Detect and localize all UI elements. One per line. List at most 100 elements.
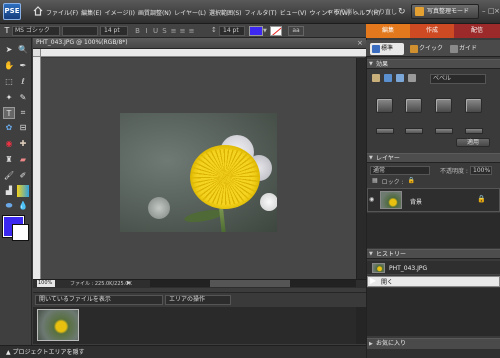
status-menu-arrow-icon[interactable]: ▶: [127, 280, 131, 286]
bevel-style-thumbnail[interactable]: [435, 128, 453, 134]
magic-wand-tool-icon[interactable]: ✦: [3, 92, 15, 104]
history-icon[interactable]: ↻: [398, 6, 410, 18]
project-bin-action-select[interactable]: エリアの操作: [165, 295, 231, 305]
menu-edit[interactable]: 編集(E): [81, 8, 101, 17]
tab-edit[interactable]: 編集: [366, 24, 410, 38]
visibility-eye-icon[interactable]: ◉: [369, 196, 374, 203]
tab-share[interactable]: 配信: [454, 24, 500, 38]
subtab-full-edit[interactable]: 標準: [370, 43, 404, 55]
text-color-swatch[interactable]: [249, 26, 263, 36]
organizer-button[interactable]: 写真整理モード: [411, 4, 479, 19]
apply-button[interactable]: 適用: [456, 138, 490, 147]
crop-tool-icon[interactable]: ⌗: [17, 107, 29, 119]
paint-bucket-tool-icon[interactable]: ▟: [3, 185, 15, 197]
cookie-cutter-tool-icon[interactable]: ✿: [3, 122, 15, 134]
align-center-icon[interactable]: ≡: [179, 26, 186, 36]
text-tool-preset-icon[interactable]: T: [2, 26, 12, 36]
chevron-down-icon[interactable]: ▼: [263, 26, 269, 36]
bevel-style-thumbnail[interactable]: [405, 128, 423, 134]
hand-tool-icon[interactable]: ✋: [3, 60, 15, 72]
lock-transparency-icon[interactable]: ▦: [372, 177, 378, 186]
redo-label: やり直し: [372, 9, 397, 16]
font-style-select[interactable]: [62, 26, 98, 36]
align-left-icon[interactable]: ≡: [170, 26, 177, 36]
effects-panel-header[interactable]: ▼ 効果: [367, 59, 500, 69]
shape-tool-icon[interactable]: ⬬: [3, 200, 15, 212]
project-bin-scrollbar[interactable]: [356, 307, 366, 344]
smart-brush-tool-icon[interactable]: ✐: [17, 170, 29, 182]
font-family-select[interactable]: MS ゴシック: [12, 26, 60, 36]
menu-select[interactable]: 選択範囲(S): [209, 8, 242, 17]
font-size-select[interactable]: 14 pt: [100, 26, 128, 36]
brush-tool-icon[interactable]: 🖌: [3, 170, 15, 182]
layer-styles-icon[interactable]: [384, 74, 392, 82]
lasso-tool-icon[interactable]: ℓ: [17, 76, 29, 88]
background-color-swatch[interactable]: [12, 224, 29, 241]
bevel-style-thumbnail[interactable]: [376, 128, 394, 134]
italic-icon[interactable]: I: [143, 26, 150, 36]
zoom-tool-icon[interactable]: 🔍: [17, 44, 29, 56]
history-slider-icon[interactable]: ▶: [370, 276, 376, 285]
strikethrough-icon[interactable]: S: [161, 26, 168, 36]
menu-file[interactable]: ファイル(F): [46, 8, 78, 17]
tab-create[interactable]: 作成: [410, 24, 454, 38]
home-icon[interactable]: [33, 6, 43, 16]
text-style-swatch[interactable]: [270, 26, 282, 36]
blur-tool-icon[interactable]: 💧: [17, 200, 29, 212]
lock-all-icon[interactable]: 🔒: [408, 177, 415, 186]
menu-enhance[interactable]: 画質調整(N): [138, 8, 171, 17]
align-right-icon[interactable]: ≡: [188, 26, 195, 36]
close-document-button[interactable]: ×: [357, 39, 363, 47]
redo-button[interactable]: ↷ やり直し: [366, 7, 397, 16]
bevel-style-thumbnail[interactable]: [465, 128, 483, 134]
favorites-panel-header[interactable]: ▶ お気に入り: [367, 338, 500, 349]
horizontal-scroll-thumb[interactable]: [210, 280, 290, 287]
layers-panel-header[interactable]: ▼ レイヤー: [367, 153, 500, 163]
red-eye-tool-icon[interactable]: ◉: [3, 138, 15, 150]
healing-brush-tool-icon[interactable]: ✚: [17, 138, 29, 150]
undo-button[interactable]: ↶ 取り消し: [327, 7, 358, 16]
photo-canvas-image[interactable]: [120, 113, 277, 232]
effects-category-select[interactable]: ベベル: [430, 74, 486, 84]
bold-icon[interactable]: B: [134, 26, 141, 36]
blend-mode-select[interactable]: 通常: [370, 166, 430, 175]
marquee-tool-icon[interactable]: ⬚: [3, 76, 15, 88]
menu-layer[interactable]: レイヤー(L): [174, 8, 206, 17]
anti-alias-toggle[interactable]: aa: [288, 26, 304, 36]
clone-stamp-tool-icon[interactable]: ♜: [3, 154, 15, 166]
menu-filter[interactable]: フィルタ(T): [245, 8, 277, 17]
quick-selection-tool-icon[interactable]: ✎: [17, 92, 29, 104]
text-tool-icon[interactable]: T: [3, 107, 15, 119]
gradient-tool-icon[interactable]: [17, 185, 29, 197]
filters-icon[interactable]: [372, 74, 380, 82]
underline-icon[interactable]: U: [152, 26, 159, 36]
subtab-guided-edit[interactable]: ガイド: [448, 43, 484, 55]
menu-view[interactable]: ビュー(V): [280, 8, 307, 17]
photo-effects-icon[interactable]: [396, 74, 404, 82]
history-panel-header[interactable]: ▼ ヒストリー: [367, 249, 500, 259]
history-snapshot-row[interactable]: [367, 261, 500, 275]
eyedropper-tool-icon[interactable]: ✒: [17, 60, 29, 72]
bevel-style-thumbnail[interactable]: [435, 98, 452, 113]
leading-select[interactable]: 14 pt: [219, 26, 245, 36]
ruler-origin[interactable]: [33, 49, 41, 57]
hide-project-bin-toggle[interactable]: ▲ プロジェクトエリアを隠す: [6, 347, 85, 356]
bevel-style-thumbnail[interactable]: [405, 98, 422, 113]
effects-type-icons: [372, 74, 416, 82]
menu-image[interactable]: イメージ(I): [105, 8, 135, 17]
eraser-tool-icon[interactable]: ▰: [17, 154, 29, 166]
project-bin-thumbnail[interactable]: [37, 309, 79, 341]
close-window-button[interactable]: ×: [494, 7, 500, 15]
all-effects-icon[interactable]: [408, 74, 416, 82]
zoom-level-field[interactable]: 100%: [37, 280, 55, 287]
project-bin-filter-select[interactable]: 開いているファイルを表示: [35, 295, 163, 305]
subtab-quick-fix[interactable]: クイック: [408, 43, 444, 55]
bevel-style-thumbnail[interactable]: [376, 98, 393, 113]
minimize-button[interactable]: –: [482, 7, 486, 15]
bevel-style-thumbnail[interactable]: [465, 98, 482, 113]
move-tool-icon[interactable]: ➤: [3, 44, 15, 56]
document-title[interactable]: PHT_043.JPG @ 100%(RGB/8*): [33, 38, 366, 49]
opacity-input[interactable]: 100%: [470, 166, 492, 175]
vertical-scrollbar[interactable]: [356, 58, 366, 279]
straighten-tool-icon[interactable]: ⊟: [17, 122, 29, 134]
